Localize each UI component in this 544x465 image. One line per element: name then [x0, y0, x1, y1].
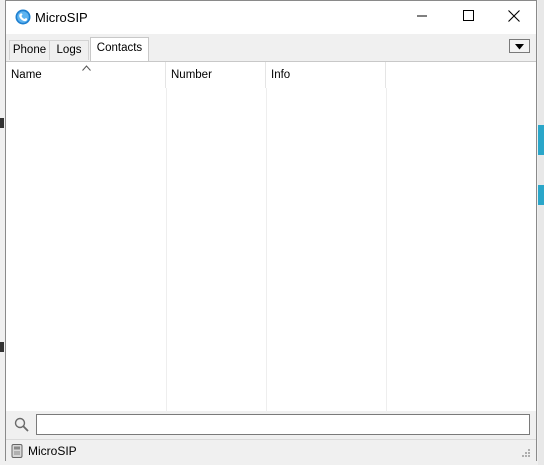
column-info-label: Info — [271, 69, 291, 81]
title-bar[interactable]: MicroSIP — [6, 1, 536, 34]
close-icon — [508, 9, 520, 25]
column-name-label: Name — [11, 69, 42, 81]
sort-ascending-icon — [82, 62, 91, 74]
tab-bar: Phone Logs Contacts — [6, 34, 536, 62]
dropdown-arrow-icon — [515, 39, 524, 53]
desktop-shape — [538, 125, 544, 155]
desktop-background — [538, 0, 544, 465]
maximize-icon — [462, 10, 474, 24]
status-bar: MicroSIP — [6, 439, 536, 461]
column-divider — [166, 88, 167, 412]
column-number-label: Number — [171, 69, 212, 81]
search-input[interactable] — [36, 414, 530, 435]
column-divider — [266, 88, 267, 412]
column-header-info[interactable]: Info — [266, 62, 386, 88]
app-window: MicroSIP Phone Logs Contacts Name Number… — [5, 0, 537, 461]
desktop-edge — [0, 118, 4, 128]
status-text: MicroSIP — [28, 444, 77, 458]
tab-phone[interactable]: Phone — [9, 40, 50, 60]
device-status-icon[interactable] — [11, 444, 23, 461]
column-header-number[interactable]: Number — [166, 62, 266, 88]
desktop-shape — [538, 185, 544, 205]
desktop-edge — [0, 342, 4, 352]
tab-contacts[interactable]: Contacts — [90, 37, 149, 61]
tab-logs[interactable]: Logs — [49, 40, 89, 60]
search-bar — [6, 411, 536, 439]
menu-button[interactable] — [509, 39, 530, 53]
window-title: MicroSIP — [35, 10, 88, 25]
minimize-icon — [417, 10, 427, 24]
column-divider — [386, 88, 387, 412]
microsip-logo-icon — [15, 9, 31, 25]
close-button[interactable] — [491, 1, 537, 33]
maximize-button[interactable] — [445, 1, 491, 33]
contacts-list[interactable]: Name Number Info — [6, 61, 536, 412]
resize-grip-icon[interactable] — [521, 447, 531, 461]
minimize-button[interactable] — [399, 1, 445, 33]
column-header-name[interactable]: Name — [6, 62, 166, 88]
search-icon — [14, 417, 29, 435]
